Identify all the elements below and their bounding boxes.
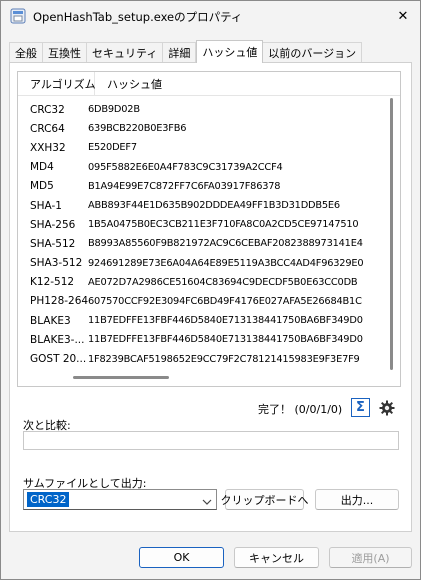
list-item[interactable]: BLAKE3 11B7EDFFE13FBF446D5840E71313844175… — [18, 311, 390, 330]
hash-cell: 1B5A0475B0EC3CB211E3F710FA8C0A2CD5CE9714… — [88, 219, 359, 231]
hash-cell: ABB893F44E1D635B902DDDEA49FF1B3D31DDB5E6 — [88, 200, 340, 212]
list-item[interactable]: GOST 20... 1F8239BCAF5198652E9CC79F2C7812… — [18, 349, 390, 368]
hash-cell: E520DEF7 — [88, 142, 137, 154]
list-item[interactable]: MD5 B1A94E99E7C872FF7C6FA03917F86378 — [18, 177, 390, 196]
algorithm-cell: BLAKE3 — [30, 314, 71, 327]
list-item[interactable]: SHA3-512 924691289E73E6A04A64E89E5119A3BC… — [18, 254, 390, 273]
hash-list[interactable]: アルゴリズム ハッシュ値 CRC32 6DB9D02B CRC64 639BCB220… — [17, 71, 401, 387]
settings-button[interactable] — [377, 398, 396, 417]
setup-app-icon — [10, 8, 26, 24]
list-item[interactable]: SHA-1 ABB893F44E1D635B902DDDEA49FF1B3D31D… — [18, 196, 390, 215]
close-button[interactable]: ✕ — [392, 5, 414, 27]
horizontal-scrollbar-thumb[interactable] — [73, 376, 169, 379]
list-item[interactable]: PH128-264 607570CCF92E3094FC6BD49F4176E02… — [18, 292, 390, 311]
tab-security[interactable]: セキュリティ — [87, 42, 164, 63]
algorithm-cell: SHA-512 — [30, 237, 76, 250]
list-item[interactable]: CRC32 6DB9D02B — [18, 100, 390, 119]
algorithm-cell: SHA3-512 — [30, 257, 83, 270]
hash-cell: 095F5882E6E0A4F783C9C31739A2CCF4 — [88, 161, 283, 173]
hash-cell: 11B7EDFFE13FBF446D5840E713138441750BA6BF… — [88, 315, 363, 327]
hash-cell: 11B7EDFFE13FBF446D5840E713138441750BA6BF… — [88, 334, 363, 346]
tab-general[interactable]: 全般 — [9, 42, 43, 63]
tab-compatibility[interactable]: 互換性 — [43, 42, 87, 63]
list-item[interactable]: GOST 20...318FCF405E662B81826BDFF3DB039F… — [18, 369, 390, 372]
tab-strip: 全般 互換性 セキュリティ 詳細 ハッシュ値 以前のバージョン — [9, 40, 363, 63]
hash-cell: B1A94E99E7C872FF7C6FA03917F86378 — [88, 180, 281, 192]
algorithm-cell: PH128-264 — [30, 295, 88, 308]
algorithm-cell: CRC64 — [30, 122, 65, 135]
hash-cell: 6DB9D02B — [88, 104, 140, 116]
hash-cell: 607570CCF92E3094FC6BD49F4176E027AFA5E266… — [88, 295, 362, 307]
hash-cell: 639BCB220B0E3FB6 — [88, 123, 187, 135]
cancel-button[interactable]: キャンセル — [234, 547, 319, 568]
export-format-value: CRC32 — [27, 492, 70, 507]
tab-details[interactable]: 詳細 — [163, 42, 197, 63]
hash-cell: 924691289E73E6A04A64E89E5119A3BCC4AD4F96… — [88, 257, 364, 269]
list-item[interactable]: K12-512 AE072D7A2986CE51604C83694C9DECDF5… — [18, 273, 390, 292]
sum-file-toggle-button[interactable]: Σ — [351, 398, 370, 417]
hash-cell: B8993A85560F9B821972AC9C6CEBAF2082388973… — [88, 238, 363, 250]
horizontal-scrollbar[interactable] — [18, 376, 390, 382]
vertical-scrollbar[interactable] — [390, 98, 394, 378]
hash-cell: AE072D7A2986CE51604C83694C9DECDF5B0E63CC… — [88, 276, 358, 288]
status-text: 完了！ (0/0/1/0) — [258, 403, 343, 416]
gear-icon — [379, 400, 394, 415]
list-item[interactable]: BLAKE3-... 11B7EDFFE13FBF446D5840E7131384… — [18, 330, 390, 349]
algorithm-cell: MD4 — [30, 161, 54, 174]
list-item[interactable]: XXH32 E520DEF7 — [18, 138, 390, 157]
list-item[interactable]: SHA-512 B8993A85560F9B821972AC9C6CEBAF208… — [18, 234, 390, 253]
close-icon: ✕ — [397, 8, 409, 24]
column-header-algorithm[interactable]: アルゴリズム — [18, 72, 96, 95]
list-body: CRC32 6DB9D02B CRC64 639BCB220B0E3FB6 XXH32 E… — [18, 100, 390, 372]
properties-window: OpenHashTab_setup.exeのプロパティ ✕ 全般 互換性 セキュ… — [0, 0, 421, 580]
copy-to-clipboard-button[interactable]: クリップボードへ — [221, 489, 309, 510]
algorithm-cell: SHA-1 — [30, 199, 62, 212]
list-item[interactable]: MD4 095F5882E6E0A4F783C9C31739A2CCF4 — [18, 158, 390, 177]
tab-previous-versions[interactable]: 以前のバージョン — [263, 42, 363, 63]
tab-hashes[interactable]: ハッシュ値 — [196, 40, 264, 63]
sigma-icon: Σ — [356, 400, 365, 415]
algorithm-cell: BLAKE3-... — [30, 333, 85, 346]
algorithm-cell: GOST 20... — [30, 353, 87, 366]
hash-cell: 1F8239BCAF5198652E9CC79F2C78121415983E9F… — [88, 353, 360, 365]
apply-button[interactable]: 適用(A) — [329, 547, 412, 568]
vertical-scrollbar-thumb[interactable] — [390, 98, 393, 370]
algorithm-cell: XXH32 — [30, 141, 66, 154]
window-title: OpenHashTab_setup.exeのプロパティ — [33, 10, 243, 24]
algorithm-cell: SHA-256 — [30, 218, 76, 231]
algorithm-cell: CRC32 — [30, 103, 65, 116]
column-header-hash[interactable]: ハッシュ値 — [95, 72, 162, 95]
chevron-down-icon — [202, 495, 212, 508]
list-item[interactable]: SHA-256 1B5A0475B0EC3CB211E3F710FA8C0A2CD… — [18, 215, 390, 234]
algorithm-cell: K12-512 — [30, 276, 75, 289]
ok-button[interactable]: OK — [139, 547, 224, 568]
algorithm-cell: MD5 — [30, 180, 54, 193]
export-format-select[interactable]: CRC32 — [23, 489, 217, 510]
compare-input[interactable] — [23, 431, 399, 450]
list-item[interactable]: CRC64 639BCB220B0E3FB6 — [18, 119, 390, 138]
title-bar: OpenHashTab_setup.exeのプロパティ ✕ — [1, 1, 420, 31]
export-button[interactable]: 出力... — [315, 489, 399, 510]
list-header: アルゴリズム ハッシュ値 — [18, 72, 400, 96]
